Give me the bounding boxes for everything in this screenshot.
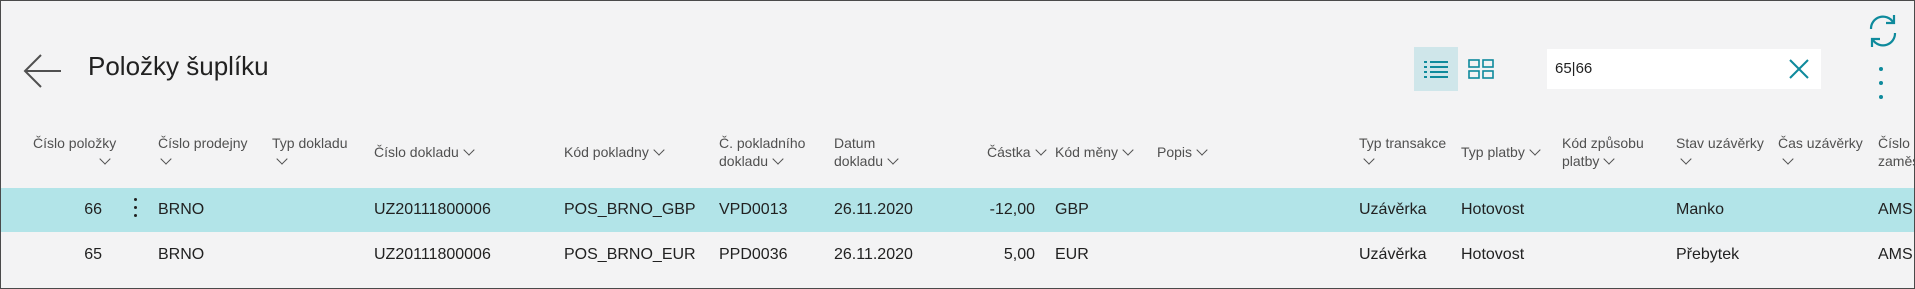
cell-payment-type: Hotovost [1461,246,1525,263]
col-document-no[interactable]: Číslo dokladu [374,143,475,161]
col-description[interactable]: Popis [1157,143,1208,161]
back-arrow-icon[interactable] [21,51,65,91]
cell-document-no: UZ20111800006 [374,246,491,263]
page-title: Položky šuplíku [88,51,269,81]
cell-pos-document-no: VPD0013 [719,201,788,218]
col-store-no[interactable]: Číslo prodejny [158,134,248,170]
col-currency-code[interactable]: Kód měny [1055,143,1134,161]
drawer-entries-page: Položky šuplíku 65|66 Číslo položky Čísl… [0,0,1915,289]
cell-employee-no: AMS [1878,201,1913,218]
search-input[interactable]: 65|66 [1547,49,1821,89]
col-document-date[interactable]: Datum dokladu [834,134,899,170]
table-row[interactable]: 65 BRNO UZ20111800006 POS_BRNO_EUR PPD00… [1,233,1914,277]
cell-document-no: UZ20111800006 [374,201,491,218]
list-view-button[interactable] [1414,47,1458,91]
cell-transaction-type: Uzávěrka [1359,246,1427,263]
col-transaction-type[interactable]: Typ transakce [1359,134,1446,170]
col-entry-no[interactable]: Číslo položky [33,134,116,170]
clear-search-icon[interactable] [1787,57,1811,81]
col-employee-no[interactable]: Číslozaměs [1878,134,1914,170]
row-actions-icon[interactable] [134,198,138,222]
col-payment-method-code[interactable]: Kód způsobu platby [1562,134,1644,170]
cell-closing-state: Manko [1676,201,1725,218]
col-amount[interactable]: Částka [987,143,1047,161]
search-value: 65|66 [1555,60,1593,77]
cell-payment-type: Hotovost [1461,201,1525,218]
tile-view-button[interactable] [1459,47,1503,91]
col-closing-state[interactable]: Stav uzávěrky [1676,134,1764,170]
table-row[interactable]: 66 BRNO UZ20111800006 POS_BRNO_GBP VPD00… [1,188,1914,232]
cell-register-code: POS_BRNO_GBP [564,201,696,218]
cell-store-no: BRNO [158,246,205,263]
cell-store-no: BRNO [158,201,205,218]
cell-closing-state: Přebytek [1676,246,1740,263]
more-options-icon[interactable] [1873,67,1889,107]
refresh-icon[interactable] [1865,11,1901,51]
cell-currency-code: EUR [1055,246,1089,263]
col-register-code[interactable]: Kód pokladny [564,143,665,161]
cell-currency-code: GBP [1055,201,1089,218]
cell-amount: 5,00 [1003,246,1035,263]
col-payment-type[interactable]: Typ platby [1461,143,1541,161]
cell-document-date: 26.11.2020 [834,246,913,263]
cell-employee-no: AMS [1878,246,1913,263]
cell-entry-no: 65 [84,246,102,263]
cell-document-date: 26.11.2020 [834,201,913,218]
cell-entry-no: 66 [84,201,102,218]
cell-transaction-type: Uzávěrka [1359,201,1427,218]
cell-pos-document-no: PPD0036 [719,246,788,263]
cell-register-code: POS_BRNO_EUR [564,246,696,263]
cell-amount: -12,00 [989,201,1035,218]
col-closing-time[interactable]: Čas uzávěrky [1778,134,1863,170]
col-pos-document-no[interactable]: Č. pokladního dokladu [719,134,805,170]
tile-view-icon [1468,59,1494,79]
col-document-type[interactable]: Typ dokladu [272,134,348,170]
list-view-icon [1424,61,1448,78]
